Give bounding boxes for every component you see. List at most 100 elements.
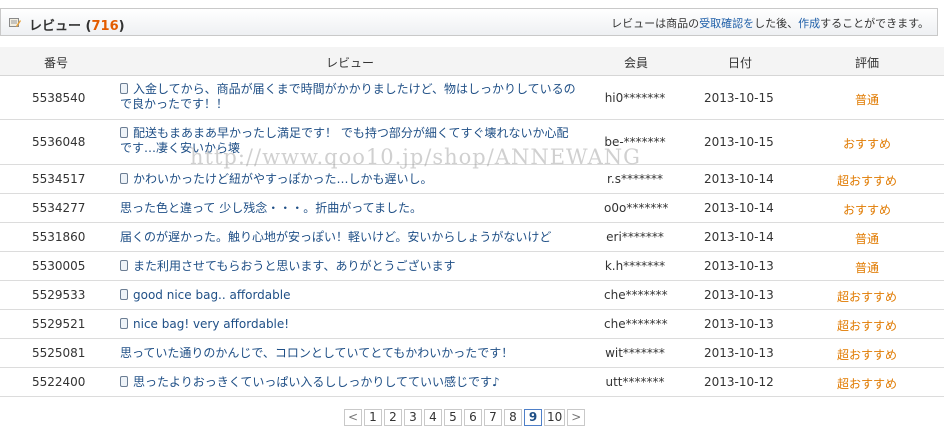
rating-label: 普通 [854,231,879,246]
member-id: eri******* [606,229,664,244]
review-title: レビュー (716) [29,19,125,34]
page-1-button[interactable]: 1 [364,409,382,426]
review-text: good nice bag.. affordable [133,287,291,302]
rating-label: 普通 [854,260,879,275]
review-number: 5534517 [32,171,86,186]
mobile-phone-icon [120,259,128,271]
page-2-button[interactable]: 2 [384,409,402,426]
rating-label: 普通 [854,92,879,107]
member-id: che******* [604,287,668,302]
review-text: かわいかったけど紐がやすっぽかった…しかも遅いし。 [133,171,433,186]
review-date: 2013-10-12 [704,374,774,389]
review-date: 2013-10-13 [704,258,774,273]
col-member: 会員 [624,56,649,70]
mobile-phone-icon [120,172,128,184]
rating-label: 超おすすめ [836,318,897,333]
mobile-phone-icon [120,83,128,94]
review-date: 2013-10-14 [704,171,774,186]
mobile-phone-icon [120,288,128,300]
member-id: wit******* [605,345,665,360]
review-number: 5538540 [32,90,86,105]
table-row: 5534517 かわいかったけど紐がやすっぽかった…しかも遅いし。 r.s*****… [0,164,944,194]
review-text-link[interactable]: 思ったよりおっきくていっぱい入るししっかりしてていい感じです♪ [120,375,580,390]
review-number: 5531860 [32,229,86,244]
table-row: 5529533 good nice bag.. affordable che****… [0,280,944,310]
review-number: 5536048 [32,135,86,149]
review-text: 配送もまあまあ早かったし満足です！ でも持つ部分が細くてすぐ壊れないか心配です…… [120,126,569,155]
review-date: 2013-10-14 [704,229,774,244]
next-page-button[interactable]: > [567,409,586,426]
member-id: r.s******* [607,171,663,186]
review-date: 2013-10-13 [704,287,774,302]
member-id: hi0******* [604,90,666,105]
pencil-memo-icon [9,18,21,27]
review-text: nice bag! very affordable! [133,316,290,331]
rating-label: 超おすすめ [836,289,897,304]
review-number: 5530005 [32,258,86,273]
pagination: < 1 2 3 4 5 6 7 8 9 10 > [344,409,586,427]
receive-confirm-link[interactable]: 受取確認を [699,17,754,30]
review-text-link[interactable]: また利用させてもらおうと思います、ありがとうございます [120,259,580,274]
member-id: che******* [604,316,668,331]
rating-label: 超おすすめ [836,376,897,391]
col-rating: 評価 [855,56,880,70]
prev-page-button[interactable]: < [344,409,362,426]
page-6-button[interactable]: 6 [464,409,482,426]
table-row: 5530005 また利用させてもらおうと思います、ありがとうございます k.h***… [0,251,944,281]
review-text-link[interactable]: 届くのが遅かった。触り心地が安っぽい！軽いけど。安いからしょうがないけど [120,230,580,245]
review-date: 2013-10-14 [704,200,774,215]
review-text-link[interactable]: かわいかったけど紐がやすっぽかった…しかも遅いし。 [120,172,580,187]
review-text: 思った色と違って 少し残念・・・。折曲がってました。 [120,200,423,215]
mobile-phone-icon [120,127,128,138]
review-text-link[interactable]: good nice bag.. affordable [120,288,580,303]
table-row: 5522400 思ったよりおっきくていっぱい入るししっかりしてていい感じです♪ ut… [0,367,944,397]
review-text-link[interactable]: 配送もまあまあ早かったし満足です！ でも持つ部分が細くてすぐ壊れないか心配です…… [120,126,580,156]
page-9-button[interactable]: 9 [524,409,542,426]
review-number: 5534277 [32,200,86,215]
create-link[interactable]: 作成 [798,17,820,30]
review-date: 2013-10-13 [704,345,774,360]
review-number: 5529533 [32,287,86,302]
review-count-wrap: (716) [85,19,125,34]
mobile-phone-icon [120,317,128,329]
page-7-button[interactable]: 7 [484,409,502,426]
table-row: 5534277 思った色と違って 少し残念・・・。折曲がってました。 o0o****… [0,193,944,223]
table-row: 5536048 配送もまあまあ早かったし満足です！ でも持つ部分が細くてすぐ壊れな… [0,120,944,165]
page-3-button[interactable]: 3 [404,409,422,426]
review-text: 届くのが遅かった。触り心地が安っぽい！軽いけど。安いからしょうがないけど [120,229,552,244]
review-number: 5529521 [32,316,86,331]
col-review: レビュー [326,56,375,70]
member-id: be-******* [604,135,666,149]
review-date: 2013-10-15 [704,90,774,105]
page-8-button[interactable]: 8 [504,409,522,426]
review-text-link[interactable]: nice bag! very affordable! [120,317,580,332]
review-date: 2013-10-13 [704,316,774,331]
table-row: 5525081 思っていた通りのかんじで、コロンとしていてとてもかわいかったです！… [0,338,944,368]
review-number: 5522400 [32,374,86,389]
review-number: 5525081 [32,345,86,360]
col-num: 番号 [44,56,69,70]
table-header: 番号 レビュー 会員 日付 評価 [0,47,944,76]
review-text-link[interactable]: 入金してから、商品が届くまで時間がかかりましたけど、物はしっかりしているので良か… [120,82,580,112]
page-4-button[interactable]: 4 [424,409,442,426]
review-header: レビュー (716) レビューは商品の受取確認をした後、作成することができます。 [0,8,938,36]
member-id: o0o******* [604,200,669,215]
review-text: また利用させてもらおうと思います、ありがとうございます [133,258,456,273]
review-text: 思ったよりおっきくていっぱい入るししっかりしてていい感じです♪ [133,374,500,389]
mobile-phone-icon [120,375,128,387]
review-note: レビューは商品の受取確認をした後、作成することができます。 [611,17,929,30]
review-text-link[interactable]: 思った色と違って 少し残念・・・。折曲がってました。 [120,201,580,216]
review-date: 2013-10-15 [704,135,774,149]
rating-label: おすすめ [842,137,891,151]
review-text: 思っていた通りのかんじで、コロンとしていてとてもかわいかったです！ [120,345,514,360]
page-10-button[interactable]: 10 [544,409,566,426]
member-id: utt******* [605,374,665,389]
rating-label: 超おすすめ [836,173,897,188]
review-text: 入金してから、商品が届くまで時間がかかりましたけど、物はしっかりしているので良か… [120,82,576,111]
col-date: 日付 [728,56,753,70]
review-text-link[interactable]: 思っていた通りのかんじで、コロンとしていてとてもかわいかったです！ [120,346,580,361]
table-row: 5529521 nice bag! very affordable! che****… [0,309,944,339]
table-row: 5531860 届くのが遅かった。触り心地が安っぽい！軽いけど。安いからしょうがな… [0,222,944,252]
rating-label: 超おすすめ [836,347,897,362]
page-5-button[interactable]: 5 [444,409,462,426]
